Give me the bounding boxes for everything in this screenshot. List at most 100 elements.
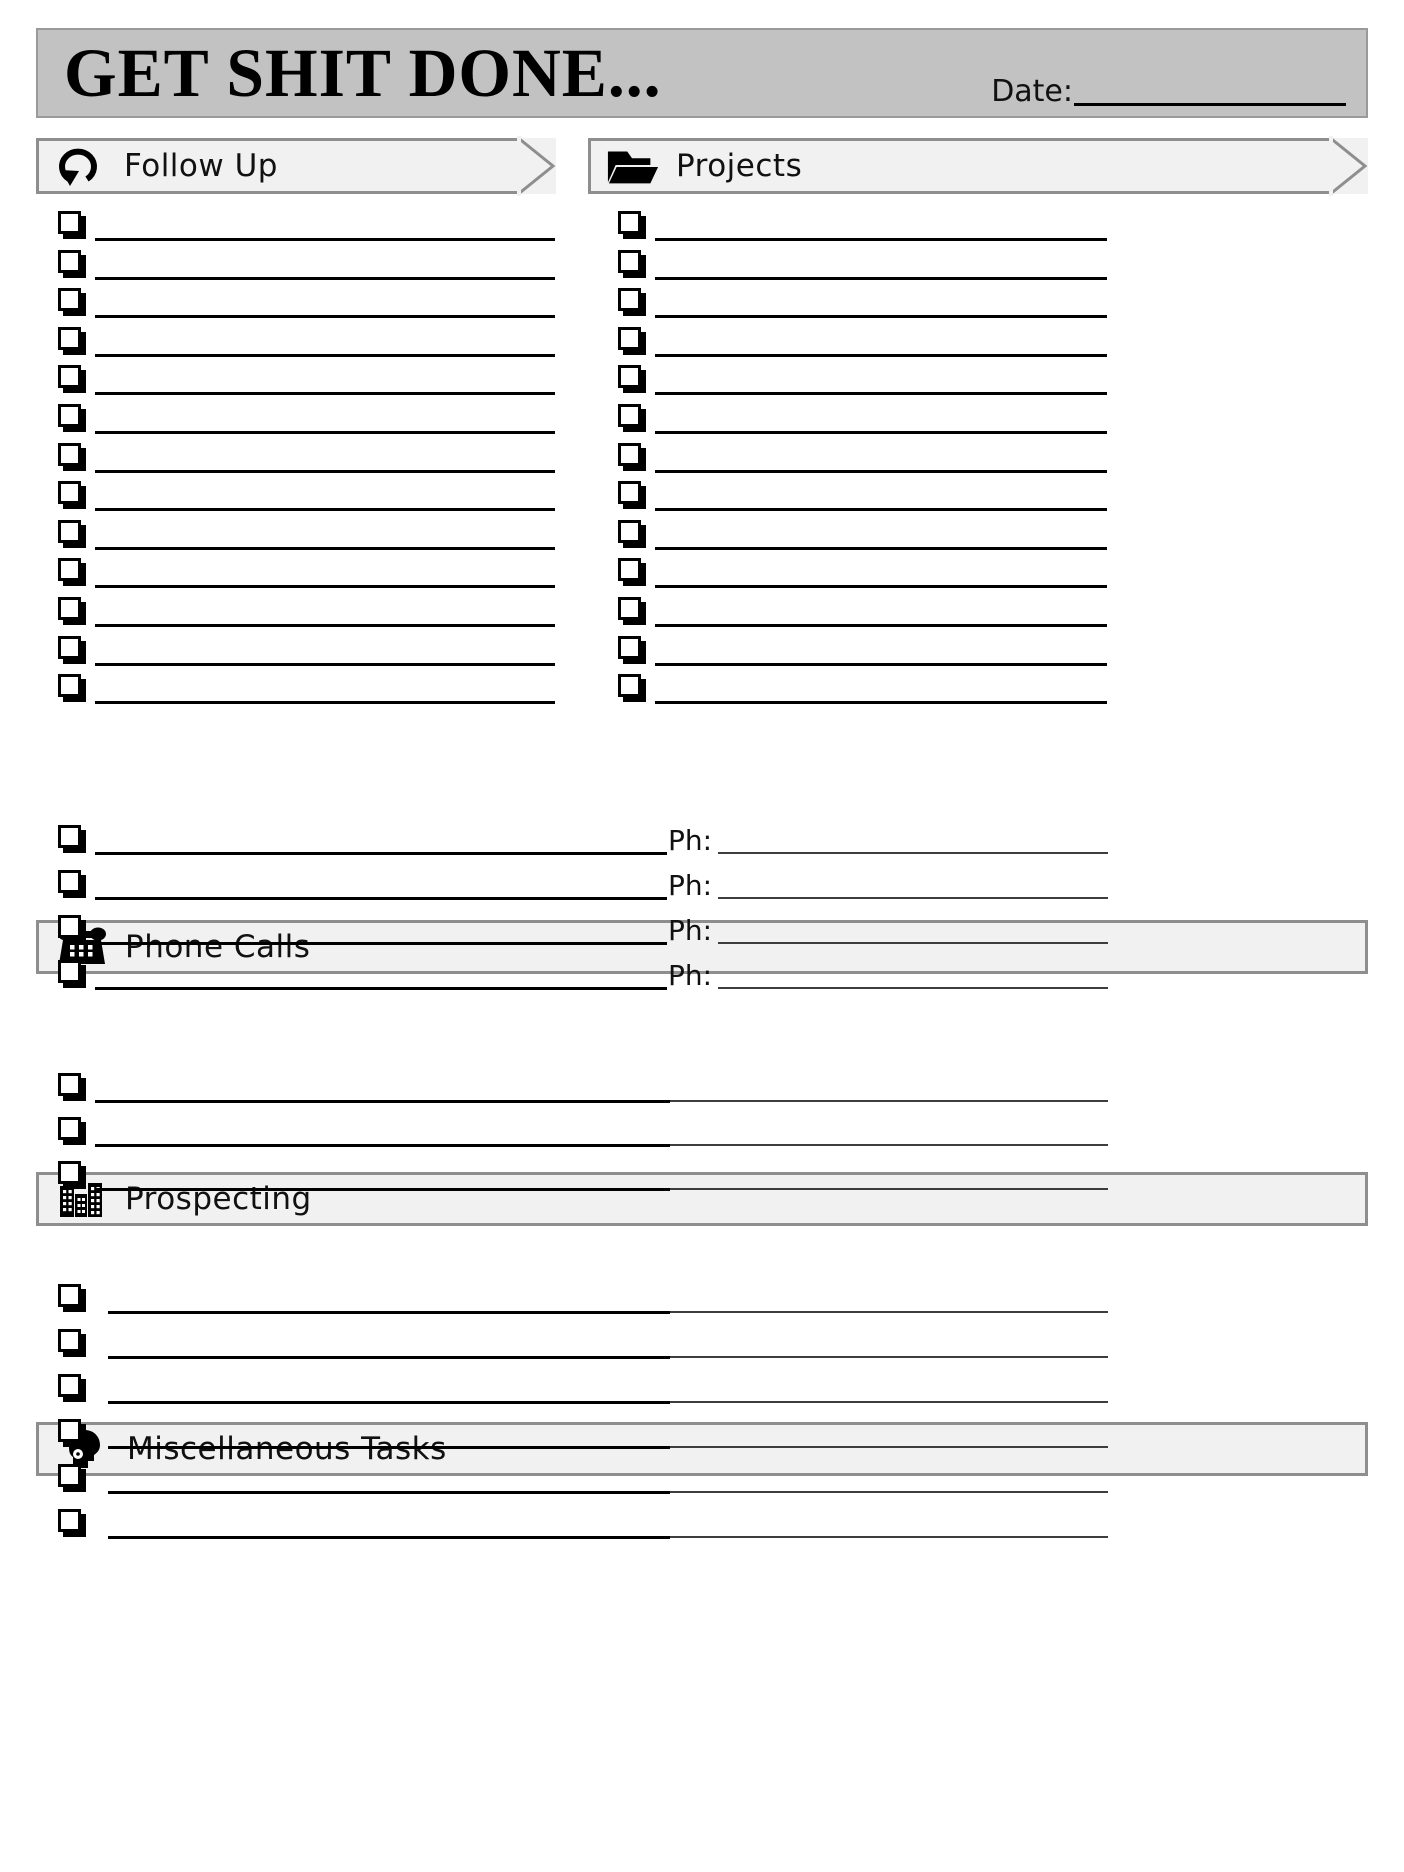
- projects-checkbox[interactable]: [618, 481, 641, 504]
- phone-calls-number-line[interactable]: [718, 852, 1108, 854]
- projects-line[interactable]: [655, 547, 1107, 550]
- projects-line[interactable]: [655, 392, 1107, 395]
- projects-line[interactable]: [655, 470, 1107, 473]
- section-label-phone-calls: Phone Calls: [125, 928, 311, 965]
- prospecting-line[interactable]: [95, 1100, 670, 1103]
- miscellaneous-tasks-line[interactable]: [108, 1356, 670, 1359]
- miscellaneous-tasks-line[interactable]: [108, 1491, 670, 1494]
- projects-line[interactable]: [655, 585, 1107, 588]
- follow-up-line[interactable]: [95, 508, 555, 511]
- follow-up-line[interactable]: [95, 238, 555, 241]
- follow-up-line[interactable]: [95, 354, 555, 357]
- follow-up-checkbox[interactable]: [58, 597, 81, 620]
- phone-calls-name-line[interactable]: [95, 852, 667, 855]
- date-input-rule[interactable]: [1074, 103, 1346, 106]
- miscellaneous-tasks-checkbox[interactable]: [58, 1464, 81, 1487]
- projects-checkbox[interactable]: [618, 558, 641, 581]
- miscellaneous-tasks-line-cont[interactable]: [670, 1311, 1108, 1313]
- phone-calls-checkbox[interactable]: [58, 825, 81, 848]
- miscellaneous-tasks-line-cont[interactable]: [670, 1536, 1108, 1538]
- projects-line[interactable]: [655, 624, 1107, 627]
- projects-checkbox[interactable]: [618, 520, 641, 543]
- phone-calls-checkbox[interactable]: [58, 870, 81, 893]
- miscellaneous-tasks-line-cont[interactable]: [670, 1446, 1108, 1448]
- projects-line[interactable]: [655, 701, 1107, 704]
- phone-calls-name-line[interactable]: [95, 987, 667, 990]
- projects-line[interactable]: [655, 663, 1107, 666]
- prospecting-line-cont[interactable]: [670, 1188, 1108, 1190]
- section-header-prospecting: Prospecting: [36, 1172, 1368, 1226]
- phone-calls-checkbox[interactable]: [58, 960, 81, 983]
- prospecting-line-cont[interactable]: [670, 1144, 1108, 1146]
- miscellaneous-tasks-checkbox[interactable]: [58, 1374, 81, 1397]
- follow-up-checkbox[interactable]: [58, 211, 81, 234]
- follow-up-line[interactable]: [95, 277, 555, 280]
- projects-checkbox[interactable]: [618, 597, 641, 620]
- miscellaneous-tasks-line-cont[interactable]: [670, 1401, 1108, 1403]
- miscellaneous-tasks-line[interactable]: [108, 1536, 670, 1539]
- miscellaneous-tasks-checkbox[interactable]: [58, 1509, 81, 1532]
- projects-checkbox[interactable]: [618, 288, 641, 311]
- follow-up-checkbox[interactable]: [58, 674, 81, 697]
- projects-line[interactable]: [655, 238, 1107, 241]
- follow-up-line[interactable]: [95, 701, 555, 704]
- miscellaneous-tasks-line[interactable]: [108, 1446, 670, 1449]
- prospecting-checkbox[interactable]: [58, 1117, 81, 1140]
- projects-line[interactable]: [655, 315, 1107, 318]
- follow-up-checkbox[interactable]: [58, 250, 81, 273]
- follow-up-checkbox[interactable]: [58, 481, 81, 504]
- projects-line[interactable]: [655, 508, 1107, 511]
- section-label-miscellaneous-tasks: Miscellaneous Tasks: [127, 1430, 447, 1467]
- prospecting-checkbox[interactable]: [58, 1073, 81, 1096]
- follow-up-line[interactable]: [95, 547, 555, 550]
- projects-checkbox[interactable]: [618, 636, 641, 659]
- prospecting-line-cont[interactable]: [670, 1100, 1108, 1102]
- follow-up-line[interactable]: [95, 624, 555, 627]
- phone-calls-number-line[interactable]: [718, 897, 1108, 899]
- follow-up-line[interactable]: [95, 431, 555, 434]
- projects-checkbox[interactable]: [618, 365, 641, 388]
- section-label-projects: Projects: [676, 147, 803, 184]
- follow-up-line[interactable]: [95, 585, 555, 588]
- miscellaneous-tasks-checkbox[interactable]: [58, 1419, 81, 1442]
- miscellaneous-tasks-checkbox[interactable]: [58, 1284, 81, 1307]
- prospecting-line[interactable]: [95, 1144, 670, 1147]
- prospecting-checkbox[interactable]: [58, 1161, 81, 1184]
- miscellaneous-tasks-line[interactable]: [108, 1311, 670, 1314]
- miscellaneous-tasks-checkbox[interactable]: [58, 1329, 81, 1352]
- follow-up-checkbox[interactable]: [58, 443, 81, 466]
- follow-up-checkbox[interactable]: [58, 365, 81, 388]
- follow-up-checkbox[interactable]: [58, 558, 81, 581]
- follow-up-checkbox[interactable]: [58, 404, 81, 427]
- projects-line[interactable]: [655, 431, 1107, 434]
- phone-calls-name-line[interactable]: [95, 942, 667, 945]
- follow-up-checkbox[interactable]: [58, 288, 81, 311]
- projects-checkbox[interactable]: [618, 404, 641, 427]
- miscellaneous-tasks-line[interactable]: [108, 1401, 670, 1404]
- projects-line[interactable]: [655, 354, 1107, 357]
- follow-up-line[interactable]: [95, 470, 555, 473]
- projects-checkbox[interactable]: [618, 674, 641, 697]
- date-label: Date:: [991, 74, 1073, 109]
- follow-up-checkbox[interactable]: [58, 636, 81, 659]
- projects-checkbox[interactable]: [618, 327, 641, 350]
- section-label-follow-up: Follow Up: [124, 147, 278, 184]
- follow-up-line[interactable]: [95, 663, 555, 666]
- projects-checkbox[interactable]: [618, 250, 641, 273]
- phone-calls-name-line[interactable]: [95, 897, 667, 900]
- miscellaneous-tasks-line-cont[interactable]: [670, 1356, 1108, 1358]
- projects-checkbox[interactable]: [618, 211, 641, 234]
- follow-up-checkbox[interactable]: [58, 520, 81, 543]
- phone-calls-checkbox[interactable]: [58, 915, 81, 938]
- projects-line[interactable]: [655, 277, 1107, 280]
- follow-up-checkbox[interactable]: [58, 327, 81, 350]
- phone-calls-number-line[interactable]: [718, 942, 1108, 944]
- prospecting-line[interactable]: [95, 1188, 670, 1191]
- projects-checkbox[interactable]: [618, 443, 641, 466]
- undo-arrow-icon: [54, 144, 108, 188]
- follow-up-line[interactable]: [95, 392, 555, 395]
- phone-calls-number-line[interactable]: [718, 987, 1108, 989]
- phone-number-label: Ph:: [668, 824, 713, 857]
- miscellaneous-tasks-line-cont[interactable]: [670, 1491, 1108, 1493]
- follow-up-line[interactable]: [95, 315, 555, 318]
